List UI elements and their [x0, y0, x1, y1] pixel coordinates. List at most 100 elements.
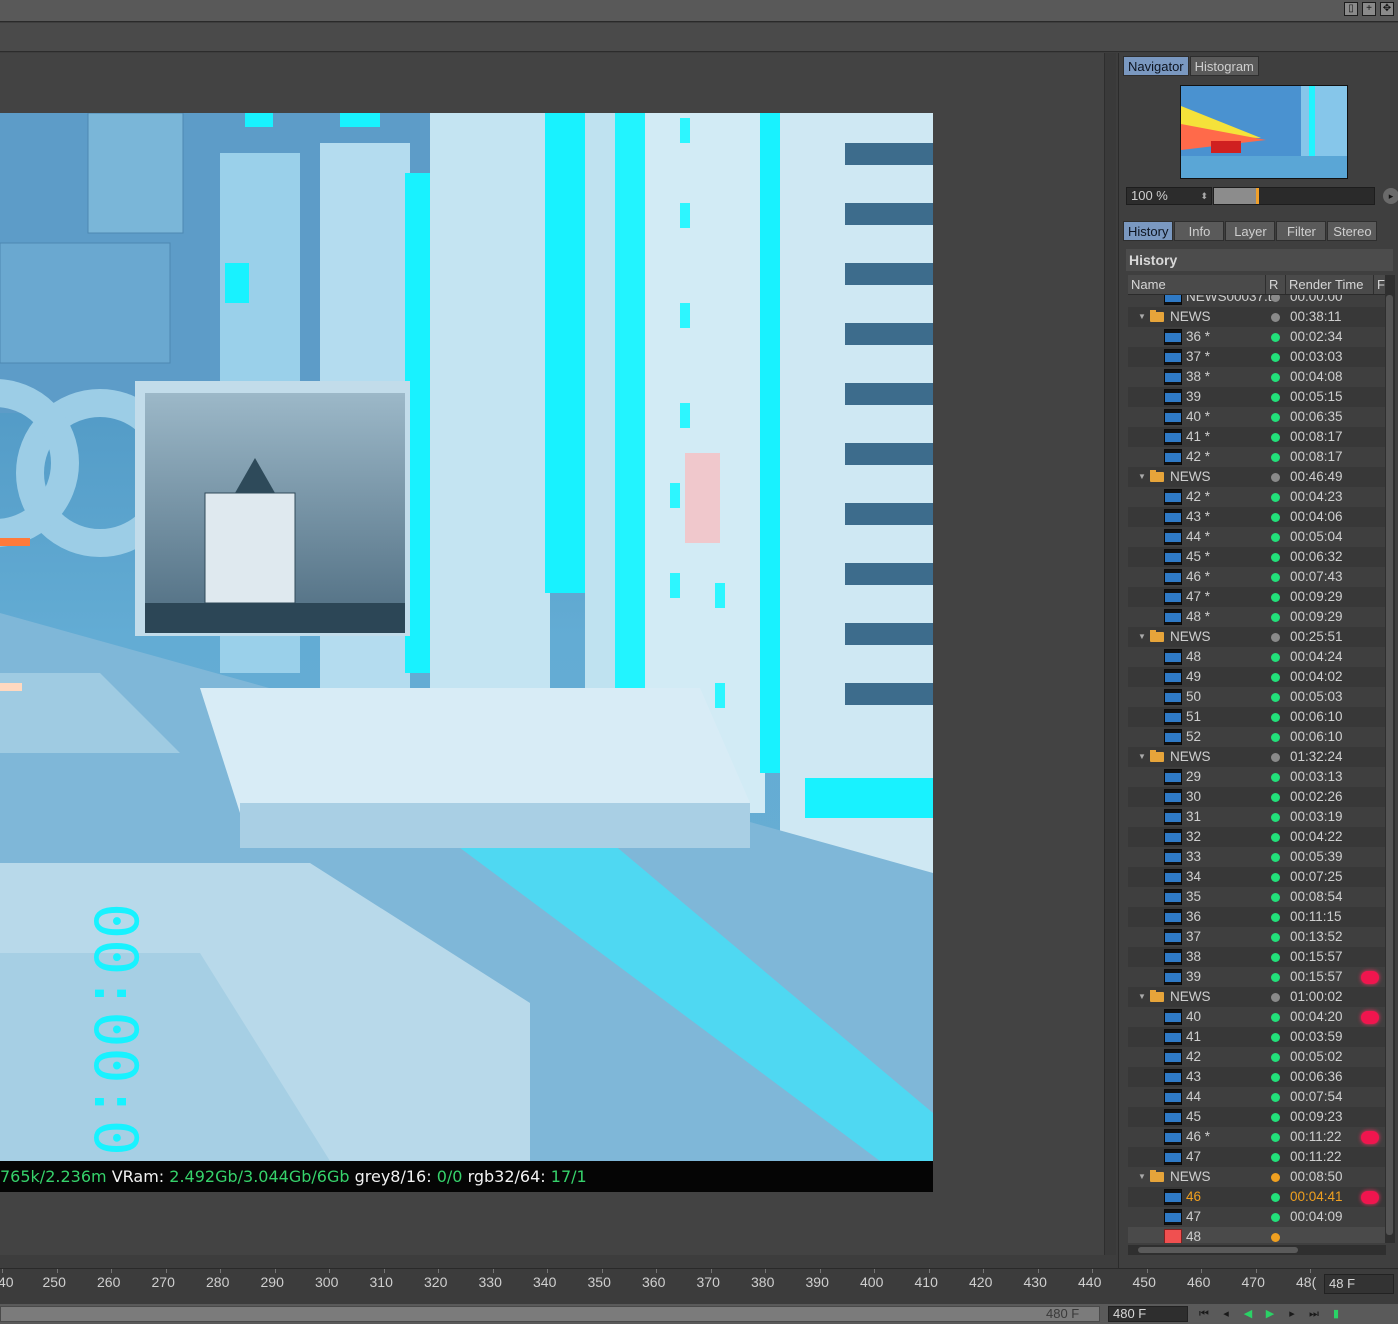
history-row[interactable]: 43 * 00:04:06 — [1128, 507, 1386, 527]
history-row[interactable]: 46 * 00:11:22 — [1128, 1127, 1386, 1147]
tab-layer[interactable]: Layer — [1225, 221, 1276, 241]
history-row[interactable]: 45 * 00:06:32 — [1128, 547, 1386, 567]
history-row[interactable]: 47 00:11:22 — [1128, 1147, 1386, 1167]
history-row-time: 00:05:04 — [1290, 529, 1343, 544]
image-viewport[interactable]: 00:00:01.68 765k/2.236m VRam: 2.492Gb/3.… — [0, 53, 1106, 1255]
history-row[interactable]: 46 00:04:41 — [1128, 1187, 1386, 1207]
history-folder-row[interactable]: ▼ NEWS 01:00:02 — [1128, 987, 1386, 1007]
history-row[interactable]: 48 — [1128, 1227, 1386, 1243]
history-row[interactable]: 44 00:07:54 — [1128, 1087, 1386, 1107]
history-row[interactable]: 39 00:15:57 — [1128, 967, 1386, 987]
history-row[interactable]: 34 00:07:25 — [1128, 867, 1386, 887]
history-row[interactable]: 30 00:02:26 — [1128, 787, 1386, 807]
history-row[interactable]: 43 00:06:36 — [1128, 1067, 1386, 1087]
scrollbar-thumb[interactable] — [1138, 1247, 1298, 1253]
history-row[interactable]: 29 00:03:13 — [1128, 767, 1386, 787]
scrollbar-thumb[interactable] — [1386, 295, 1393, 1235]
history-folder-row[interactable]: ▼ NEWS 01:32:24 — [1128, 747, 1386, 767]
timeline[interactable]: 40 250 260 270 280 290 300 310 320 330 340 350 360 37… — [0, 1268, 1398, 1304]
history-row-name: 46 — [1186, 1189, 1202, 1204]
history-row[interactable]: 38 00:15:57 — [1128, 947, 1386, 967]
layout-icon[interactable]: ▯ — [1344, 2, 1358, 16]
history-row[interactable]: 42 * 00:08:17 — [1128, 447, 1386, 467]
history-row[interactable]: 32 00:04:22 — [1128, 827, 1386, 847]
history-row[interactable]: 42 * 00:04:23 — [1128, 487, 1386, 507]
step-forward-icon[interactable]: ▸ — [1284, 1306, 1300, 1322]
collapse-icon[interactable]: ▼ — [1138, 307, 1146, 327]
add-panel-icon[interactable]: + — [1362, 2, 1376, 16]
loop-icon[interactable]: ▮ — [1328, 1306, 1344, 1322]
history-folder-row[interactable]: ▼ NEWS 00:08:50 — [1128, 1167, 1386, 1187]
navigator-thumbnail[interactable] — [1180, 85, 1348, 179]
history-row[interactable]: 37 00:13:52 — [1128, 927, 1386, 947]
history-row[interactable]: 48 00:04:24 — [1128, 647, 1386, 667]
column-r[interactable]: R — [1266, 275, 1286, 294]
history-row[interactable]: 40 00:04:20 — [1128, 1007, 1386, 1027]
history-row[interactable]: 36 * 00:02:34 — [1128, 327, 1386, 347]
timeline-tick-label: 310 — [369, 1274, 393, 1290]
history-row[interactable]: 50 00:05:03 — [1128, 687, 1386, 707]
collapse-icon[interactable]: ▼ — [1138, 1167, 1146, 1187]
history-row[interactable]: 47 00:04:09 — [1128, 1207, 1386, 1227]
tab-info[interactable]: Info — [1174, 221, 1225, 241]
frame-range-slider[interactable] — [0, 1306, 1100, 1322]
timeline-tick-label: 290 — [260, 1274, 284, 1290]
history-row[interactable]: 44 * 00:05:04 — [1128, 527, 1386, 547]
history-row[interactable]: 40 * 00:06:35 — [1128, 407, 1386, 427]
frame-thumbnail-icon — [1164, 1109, 1182, 1125]
render-status-dot — [1271, 373, 1280, 382]
tab-filter[interactable]: Filter — [1276, 221, 1327, 241]
history-row[interactable]: 33 00:05:39 — [1128, 847, 1386, 867]
step-back-icon[interactable]: ◂ — [1218, 1306, 1234, 1322]
current-frame-field[interactable]: 48 F — [1324, 1274, 1394, 1294]
history-row[interactable]: 36 00:11:15 — [1128, 907, 1386, 927]
history-row[interactable]: 45 00:09:23 — [1128, 1107, 1386, 1127]
collapse-icon[interactable]: ▼ — [1138, 747, 1146, 767]
history-row[interactable]: 48 * 00:09:29 — [1128, 607, 1386, 627]
timeline-tick-label: 48( — [1296, 1274, 1317, 1290]
history-folder-row[interactable]: ▼ NEWS 00:46:49 — [1128, 467, 1386, 487]
zoom-slider[interactable] — [1213, 187, 1375, 205]
tab-histogram[interactable]: Histogram — [1189, 56, 1259, 76]
collapse-icon[interactable]: ▼ — [1138, 467, 1146, 487]
history-vertical-scrollbar[interactable] — [1385, 275, 1395, 1243]
move-icon[interactable]: ✥ — [1380, 2, 1394, 16]
tab-history[interactable]: History — [1123, 221, 1174, 241]
play-backward-icon[interactable]: ◀ — [1240, 1306, 1256, 1322]
history-folder-row[interactable]: ▼ NEWS 00:25:51 — [1128, 627, 1386, 647]
timeline-tick — [765, 1269, 766, 1273]
history-row[interactable]: 35 00:08:54 — [1128, 887, 1386, 907]
go-to-start-icon[interactable]: ⏮ — [1196, 1306, 1212, 1322]
play-icon[interactable]: ▸ — [1383, 188, 1398, 204]
viewport-scrollbar[interactable] — [1104, 53, 1116, 1255]
history-row[interactable]: 31 00:03:19 — [1128, 807, 1386, 827]
tab-stereo[interactable]: Stereo — [1327, 221, 1378, 241]
history-row[interactable]: 47 * 00:09:29 — [1128, 587, 1386, 607]
render-status-dot — [1271, 1033, 1280, 1042]
history-row[interactable]: 49 00:04:02 — [1128, 667, 1386, 687]
column-render-time[interactable]: Render Time — [1286, 275, 1374, 294]
zoom-field[interactable]: 100 % ⬍ — [1126, 187, 1212, 205]
spinner-icon[interactable]: ⬍ — [1200, 188, 1208, 204]
history-folder-row[interactable]: ▼ NEWS 00:38:11 — [1128, 307, 1386, 327]
timeline-tick-label: 380 — [751, 1274, 775, 1290]
history-row[interactable]: 39 00:05:15 — [1128, 387, 1386, 407]
collapse-icon[interactable]: ▼ — [1138, 627, 1146, 647]
collapse-icon[interactable]: ▼ — [1138, 987, 1146, 1007]
history-horizontal-scrollbar[interactable] — [1128, 1245, 1386, 1255]
zoom-slider-handle[interactable] — [1256, 188, 1259, 204]
history-row[interactable]: 51 00:06:10 — [1128, 707, 1386, 727]
history-row[interactable]: 38 * 00:04:08 — [1128, 367, 1386, 387]
history-row[interactable]: 52 00:06:10 — [1128, 727, 1386, 747]
play-forward-icon[interactable]: ▶ — [1262, 1306, 1278, 1322]
history-row[interactable]: 42 00:05:02 — [1128, 1047, 1386, 1067]
timeline-ruler[interactable]: 40 250 260 270 280 290 300 310 320 330 340 350 360 37… — [0, 1269, 1320, 1303]
column-name[interactable]: Name — [1128, 275, 1266, 294]
history-row[interactable]: 37 * 00:03:03 — [1128, 347, 1386, 367]
history-row[interactable]: 46 * 00:07:43 — [1128, 567, 1386, 587]
end-frame-field[interactable]: 480 F — [1108, 1306, 1188, 1322]
history-row[interactable]: 41 00:03:59 — [1128, 1027, 1386, 1047]
tab-navigator[interactable]: Navigator — [1123, 56, 1189, 76]
go-to-end-icon[interactable]: ⏭ — [1306, 1306, 1322, 1322]
history-row[interactable]: 41 * 00:08:17 — [1128, 427, 1386, 447]
